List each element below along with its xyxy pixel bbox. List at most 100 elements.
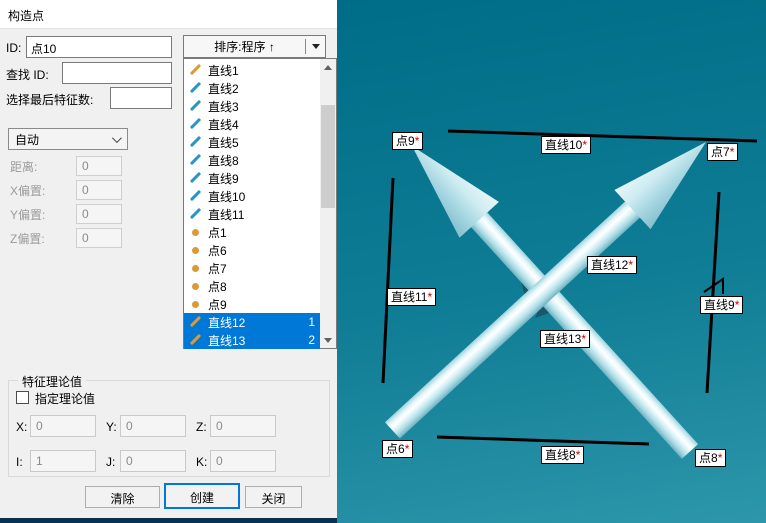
feature-label[interactable]: 直线12* [587, 256, 637, 274]
feature-name: 直线10 [208, 188, 245, 205]
sort-combobox[interactable]: 排序:程序 ↑ [183, 35, 326, 58]
feature-list-item[interactable]: 直线10 [184, 187, 320, 205]
feature-list-item[interactable]: 点7 [184, 259, 320, 277]
feature-name: 直线5 [208, 134, 239, 151]
feature-type-icon [188, 207, 203, 221]
feature-type-icon [188, 81, 203, 95]
feature-list-item[interactable]: 直线3 [184, 97, 320, 115]
feature-label-text: 直线8 [545, 448, 576, 462]
offset-input[interactable]: 0 [76, 204, 122, 224]
offset-fields: 距离: 0 X偏置: 0 Y偏置: 0 Z偏置: 0 [10, 156, 122, 252]
feature-name: 点6 [208, 242, 227, 259]
y-input[interactable]: 0 [120, 415, 186, 437]
offset-input[interactable]: 0 [76, 156, 122, 176]
feature-type-icon [188, 189, 203, 203]
line-top-zhixian10[interactable] [448, 131, 757, 141]
specify-theoretical-checkbox[interactable] [16, 391, 29, 404]
feature-list-item[interactable]: 直线2 [184, 79, 320, 97]
feature-label[interactable]: 直线11* [387, 288, 436, 306]
offset-row: X偏置: 0 [10, 180, 122, 200]
feature-type-icon [188, 135, 203, 149]
feature-type-icon [188, 261, 203, 275]
3d-viewport[interactable]: 点9* 直线10* 点7* 直线12* 直线11* 直线9* 直线13* 点6*… [337, 0, 766, 523]
feature-name: 点1 [208, 224, 227, 241]
feature-label-text: 直线12 [591, 258, 628, 272]
specify-theoretical-label: 指定理论值 [35, 390, 95, 407]
line-bottom-zhixian8[interactable] [437, 437, 649, 444]
line-right-zhixian9[interactable] [707, 192, 719, 393]
dialog-title: 构造点 [0, 0, 337, 29]
feature-list-item[interactable]: 直线11 [184, 205, 320, 223]
feature-list-item[interactable]: 直线5 [184, 133, 320, 151]
find-id-label: 查找 ID: [6, 66, 49, 83]
arrow-up-icon [324, 65, 332, 70]
z-input[interactable]: 0 [210, 415, 276, 437]
list-scrollbar[interactable] [320, 59, 336, 348]
offset-input[interactable]: 0 [76, 228, 122, 248]
chevron-down-icon [112, 133, 122, 143]
feature-label[interactable]: 直线13* [540, 330, 590, 348]
line-left-zhixian11[interactable] [383, 178, 393, 383]
scroll-down-button[interactable] [320, 332, 336, 348]
clear-button[interactable]: 清除 [85, 486, 160, 508]
construct-point-window: 构造点 ID: 点10 排序:程序 ↑ 查找 ID: 选择最后特征数: 直线1 [0, 0, 766, 523]
feature-label-text: 点8 [699, 451, 718, 465]
feature-name: 直线3 [208, 98, 239, 115]
x-input[interactable]: 0 [30, 415, 96, 437]
feature-list: 直线1 直线2 直线3 直线4 [184, 61, 320, 349]
feature-name: 点9 [208, 296, 227, 313]
feature-name: 点8 [208, 278, 227, 295]
feature-label[interactable]: 点6* [382, 440, 413, 458]
feature-label-text: 直线10 [545, 138, 582, 152]
i-input[interactable]: 1 [30, 450, 96, 472]
offset-label: Z偏置: [10, 230, 76, 247]
offset-row: 距离: 0 [10, 156, 122, 176]
feature-type-icon [188, 117, 203, 131]
feature-label-star: * [735, 298, 740, 312]
create-button[interactable]: 创建 [164, 483, 240, 509]
feature-name: 直线11 [208, 206, 244, 223]
feature-label[interactable]: 直线10* [541, 136, 591, 154]
feature-label[interactable]: 点9* [392, 132, 423, 150]
feature-type-icon [188, 99, 203, 113]
feature-list-item[interactable]: 直线1 [184, 61, 320, 79]
feature-label-star: * [415, 134, 420, 148]
construct-mode-select[interactable]: 自动 [8, 128, 128, 150]
feature-label-text: 点9 [396, 134, 415, 148]
k-label: K: [196, 455, 207, 469]
scrollbar-thumb[interactable] [321, 105, 335, 208]
feature-label-star: * [427, 290, 432, 304]
window-bottom-border [0, 518, 337, 523]
selection-order: 1 [308, 315, 318, 329]
offset-input[interactable]: 0 [76, 180, 122, 200]
feature-label[interactable]: 点7* [707, 143, 738, 161]
feature-list-item[interactable]: 直线8 [184, 151, 320, 169]
sort-dropdown-button[interactable] [306, 44, 325, 49]
close-button[interactable]: 关闭 [245, 486, 302, 508]
feature-label-text: 点6 [386, 442, 405, 456]
feature-label[interactable]: 点8* [695, 449, 726, 467]
selection-order: 2 [308, 333, 318, 347]
feature-list-item[interactable]: 点9 [184, 295, 320, 313]
j-input[interactable]: 0 [120, 450, 186, 472]
k-input[interactable]: 0 [210, 450, 276, 472]
feature-list-item[interactable]: 直线12 1 [184, 313, 320, 331]
feature-type-icon [188, 315, 203, 329]
id-input[interactable]: 点10 [26, 36, 172, 58]
feature-list-item[interactable]: 点1 [184, 223, 320, 241]
feature-list-item[interactable]: 直线4 [184, 115, 320, 133]
feature-name: 直线4 [208, 116, 239, 133]
scroll-up-button[interactable] [320, 59, 336, 75]
feature-label[interactable]: 直线9* [700, 296, 743, 314]
feature-list-item[interactable]: 直线9 [184, 169, 320, 187]
feature-type-icon [188, 63, 203, 77]
feature-label-star: * [581, 332, 586, 346]
feature-list-item[interactable]: 直线13 2 [184, 331, 320, 349]
find-id-input[interactable] [62, 62, 172, 84]
feature-label[interactable]: 直线8* [541, 446, 584, 464]
last-feature-count-input[interactable] [110, 87, 172, 109]
feature-list-item[interactable]: 点8 [184, 277, 320, 295]
feature-list-item[interactable]: 点6 [184, 241, 320, 259]
id-label: ID: [6, 41, 21, 55]
feature-label-star: * [718, 451, 723, 465]
